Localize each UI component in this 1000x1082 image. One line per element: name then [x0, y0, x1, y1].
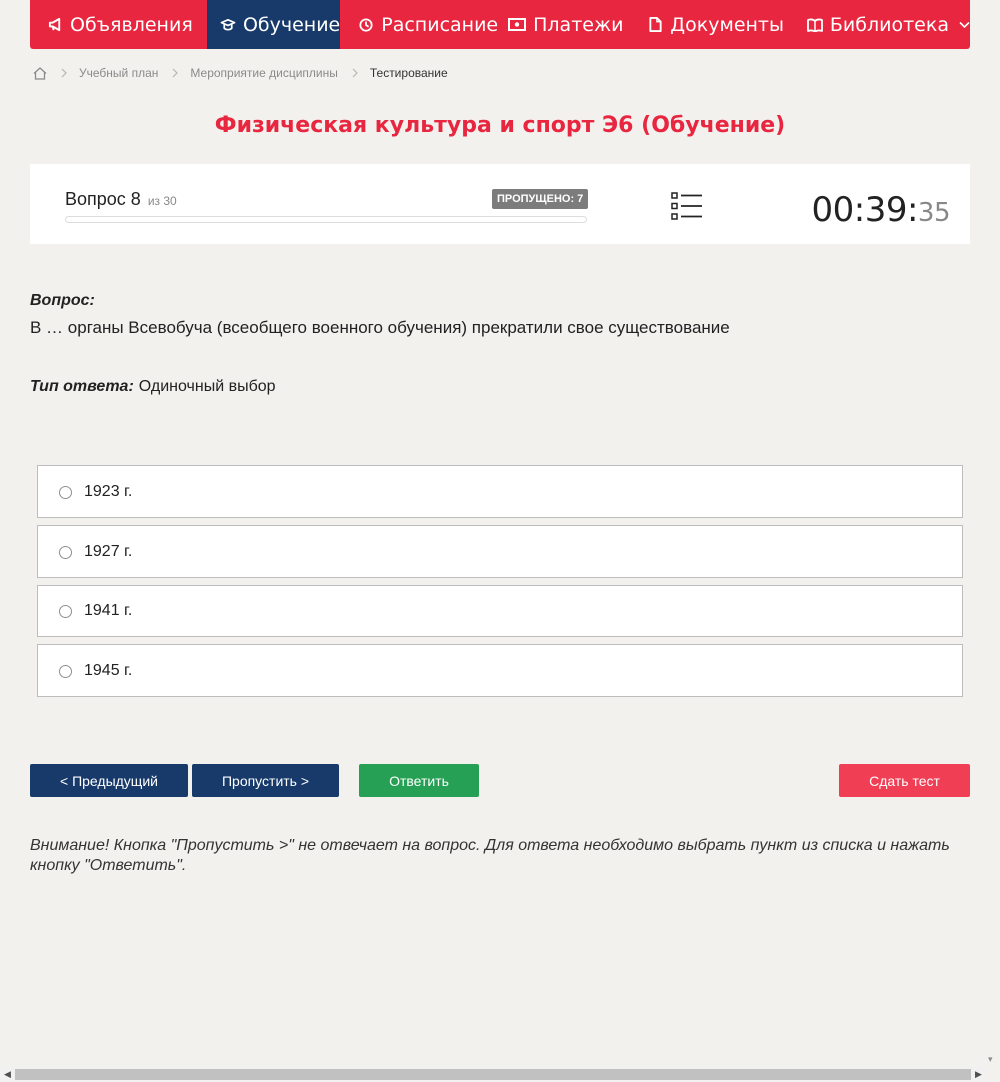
scroll-left-arrow-icon[interactable]: ◀	[4, 1070, 11, 1079]
question-number: Вопрос 8	[65, 189, 141, 209]
answer-option[interactable]: 1927 г.	[37, 525, 963, 578]
answer-option-label: 1945 г.	[84, 661, 133, 679]
warning-text: Внимание! Кнопка "Пропустить >" не отвеч…	[30, 837, 950, 874]
nav-item-learning[interactable]: Обучение	[206, 0, 341, 49]
timer-seconds: 35	[917, 198, 951, 228]
question-text: В … органы Всевобуча (всеобщего военного…	[30, 318, 730, 337]
submit-test-button[interactable]: Сдать тест	[839, 764, 970, 797]
chevron-right-icon	[61, 68, 67, 78]
answer-button[interactable]: Ответить	[359, 764, 479, 797]
answer-option[interactable]: 1923 г.	[37, 465, 963, 518]
question-heading: Вопрос:	[30, 292, 95, 309]
scrollbar-thumb[interactable]	[15, 1069, 971, 1080]
nav-item-label: Библиотека	[829, 13, 949, 36]
radio-button[interactable]	[59, 485, 72, 499]
test-status-panel: Вопрос 8 из 30 ПРОПУЩЕНО: 7 00:39:35	[30, 164, 970, 244]
question-list-icon[interactable]	[671, 192, 703, 225]
nav-item-label: Платежи	[533, 13, 624, 36]
question-total: из 30	[147, 194, 177, 208]
scroll-down-arrow-icon[interactable]: ▾	[988, 1054, 993, 1065]
chevron-right-icon	[352, 68, 358, 78]
nav-item-library[interactable]: Библиотека	[787, 0, 970, 49]
answer-type: Тип ответа: Одиночный выбор	[30, 378, 276, 396]
book-icon	[806, 17, 823, 33]
clock-icon	[358, 17, 374, 33]
nav-item-payments[interactable]: Платежи	[498, 0, 629, 49]
timer-main: 00:39:	[811, 190, 918, 230]
breadcrumb-item-curriculum[interactable]: Учебный план	[79, 66, 158, 80]
nav-item-documents[interactable]: Документы	[629, 0, 787, 49]
radio-button[interactable]	[59, 545, 72, 559]
breadcrumb-item-current: Тестирование	[369, 66, 448, 80]
nav-item-announcements[interactable]: Объявления	[30, 0, 207, 49]
answer-option-label: 1941 г.	[84, 602, 133, 619]
answer-option[interactable]: 1945 г.	[37, 644, 963, 697]
page-title: Физическая культура и спорт Э6 (Обучение…	[214, 113, 786, 138]
megaphone-icon	[47, 17, 63, 33]
skip-button[interactable]: Пропустить >	[192, 764, 339, 797]
progress-bar	[65, 216, 587, 223]
chevron-right-icon	[172, 68, 179, 78]
horizontal-scrollbar[interactable]: ◀ ▶	[0, 1066, 986, 1082]
top-navigation: Объявления Обучение Расписание Платежи Д…	[30, 0, 970, 49]
breadcrumb-item-discipline-event[interactable]: Мероприятие дисциплины	[190, 66, 337, 80]
money-icon	[508, 17, 527, 33]
answer-option-label: 1923 г.	[84, 482, 133, 500]
timer: 00:39:35	[811, 190, 950, 230]
answer-option[interactable]: 1941 г.	[37, 585, 963, 637]
nav-item-label: Документы	[670, 13, 784, 36]
radio-button[interactable]	[59, 664, 72, 678]
nav-item-schedule[interactable]: Расписание	[340, 0, 498, 49]
graduation-cap-icon	[220, 17, 236, 33]
chevron-down-icon	[959, 21, 970, 29]
skipped-badge: ПРОПУЩЕНО: 7	[492, 189, 589, 209]
answer-type-value: Одиночный выбор	[138, 378, 276, 395]
breadcrumb: Учебный план Мероприятие дисциплины Тест…	[33, 62, 448, 84]
nav-item-label: Расписание	[381, 13, 499, 36]
home-icon[interactable]	[33, 66, 47, 80]
document-icon	[647, 17, 663, 33]
nav-item-label: Объявления	[70, 13, 193, 36]
previous-button[interactable]: < Предыдущий	[30, 764, 188, 797]
answer-option-label: 1927 г.	[84, 542, 133, 560]
nav-item-label: Обучение	[242, 13, 341, 36]
scroll-right-arrow-icon[interactable]: ▶	[975, 1070, 982, 1079]
answer-type-label: Тип ответа:	[30, 378, 134, 395]
question-counter: Вопрос 8 из 30	[65, 189, 177, 210]
radio-button[interactable]	[59, 605, 72, 618]
